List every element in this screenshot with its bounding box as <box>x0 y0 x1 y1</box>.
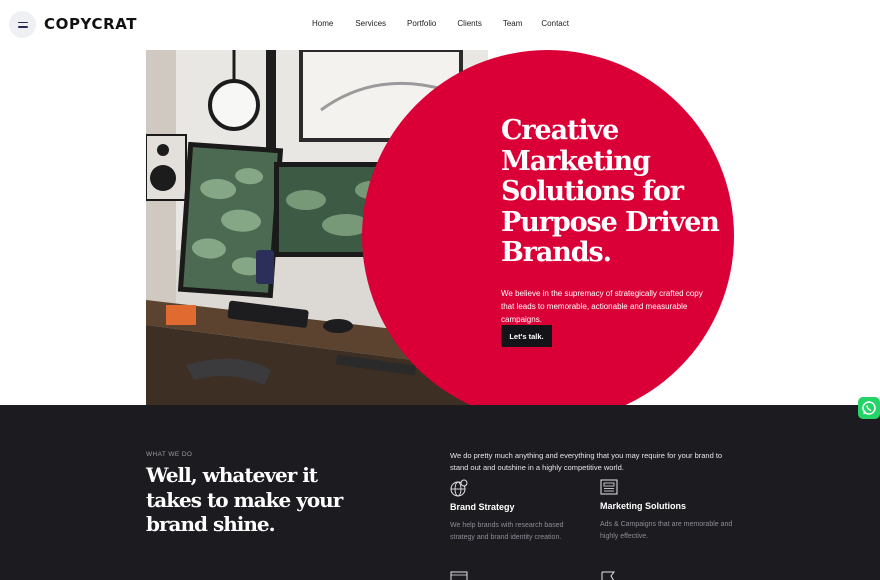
service-title: Marketing Solutions <box>600 501 687 511</box>
service-title: Brand Strategy <box>450 502 515 512</box>
main-nav: Home Services Portfolio Clients Team Con… <box>312 19 569 28</box>
globe-icon <box>450 479 468 497</box>
site-header: COPYCRAT Home Services Portfolio Clients… <box>0 0 880 50</box>
service-desc: We help brands with research based strat… <box>450 522 564 541</box>
section-intro: We do pretty much anything and everythin… <box>450 451 723 472</box>
nav-services[interactable]: Services <box>355 19 386 28</box>
section-heading: Well, whatever it takes to make your bra… <box>146 463 343 536</box>
nav-clients[interactable]: Clients <box>457 19 481 28</box>
newspaper-icon <box>600 479 618 495</box>
nav-team[interactable]: Team <box>503 19 523 28</box>
hero-text: Creative Marketing Solutions for Purpose… <box>501 115 731 326</box>
logo[interactable]: COPYCRAT <box>44 15 137 33</box>
what-we-do-section: WHAT WE DO Well, whatever it takes to ma… <box>0 405 880 580</box>
lets-talk-button[interactable]: Let's talk. <box>501 325 552 347</box>
hero-subtitle: We believe in the supremacy of strategic… <box>501 288 703 324</box>
nav-portfolio[interactable]: Portfolio <box>407 19 436 28</box>
whatsapp-icon[interactable] <box>858 397 880 419</box>
hero-title: Creative Marketing Solutions for Purpose… <box>501 115 720 268</box>
section-eyebrow: WHAT WE DO <box>146 451 193 458</box>
service-brand-strategy: Brand Strategy We help brands with resea… <box>450 479 590 544</box>
nav-contact[interactable]: Contact <box>541 19 569 28</box>
hero-section: Creative Marketing Solutions for Purpose… <box>146 50 880 405</box>
nav-home[interactable]: Home <box>312 19 333 28</box>
hamburger-menu-icon[interactable] <box>9 11 36 38</box>
monitor-icon <box>450 571 468 580</box>
flag-icon <box>601 571 615 580</box>
service-desc: Ads & Campaigns that are memorable and h… <box>600 521 733 540</box>
service-marketing-solutions: Marketing Solutions Ads & Campaigns that… <box>600 478 740 543</box>
